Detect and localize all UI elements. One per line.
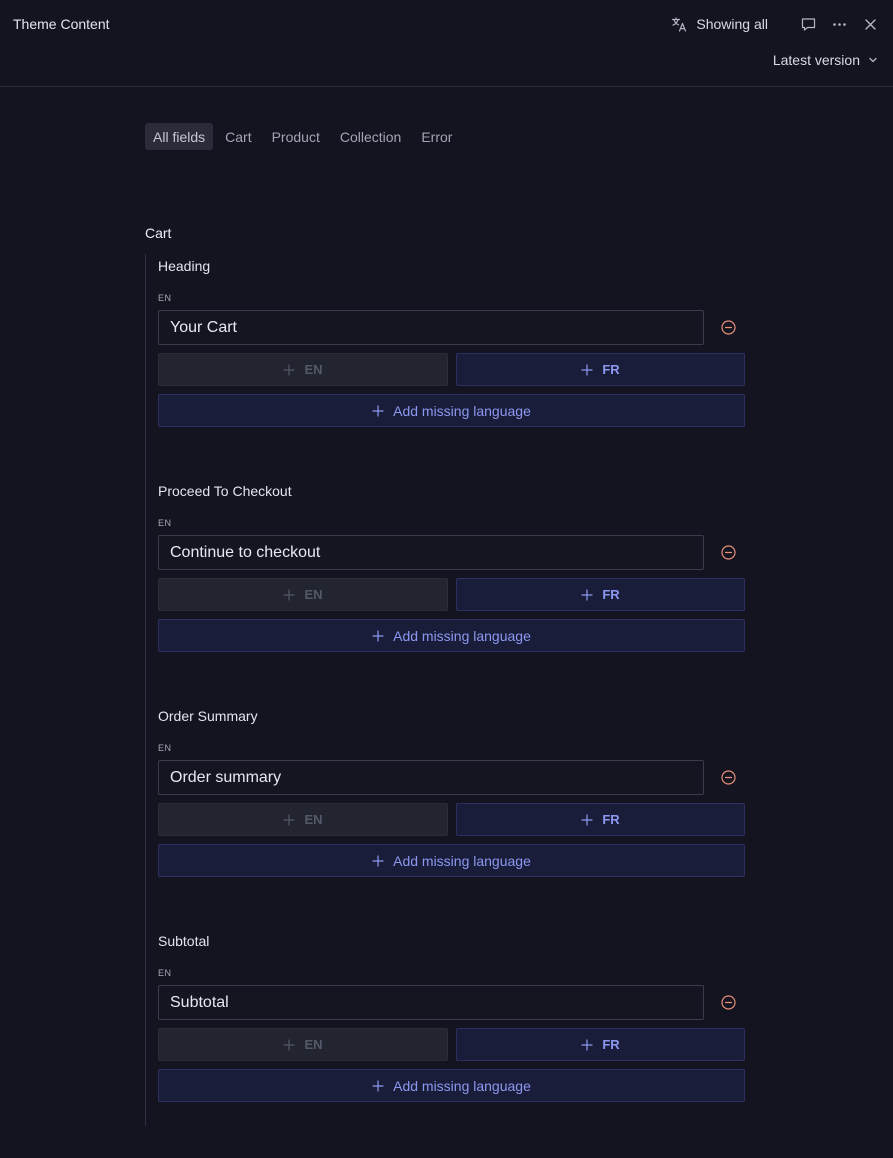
remove-icon[interactable] bbox=[721, 320, 736, 335]
showing-all-button[interactable]: Showing all bbox=[671, 16, 768, 33]
add-en-button: EN bbox=[158, 803, 448, 836]
add-en-button: EN bbox=[158, 1028, 448, 1061]
version-label: Latest version bbox=[772, 52, 860, 68]
chevron-down-icon bbox=[868, 55, 878, 65]
plus-icon bbox=[581, 1038, 593, 1051]
add-missing-language-label: Add missing language bbox=[393, 627, 531, 644]
plus-icon bbox=[581, 813, 593, 826]
language-label: EN bbox=[158, 968, 172, 978]
add-fr-label: FR bbox=[602, 812, 620, 827]
text-input[interactable]: Your Cart bbox=[158, 310, 704, 345]
text-input[interactable]: Continue to checkout bbox=[158, 535, 704, 570]
text-input[interactable]: Subtotal bbox=[158, 985, 704, 1020]
plus-icon bbox=[283, 813, 296, 826]
content-field: Proceed To Checkout EN Continue to check… bbox=[158, 483, 758, 708]
add-fr-button[interactable]: FR bbox=[456, 353, 745, 386]
section-title: Cart bbox=[145, 225, 172, 241]
top-bar: Theme Content Showing all Latest version bbox=[0, 0, 893, 87]
tab-error[interactable]: Error bbox=[413, 123, 460, 150]
language-label: EN bbox=[158, 293, 172, 303]
showing-all-label: Showing all bbox=[696, 16, 768, 32]
add-missing-language-button[interactable]: Add missing language bbox=[158, 619, 745, 652]
plus-icon bbox=[372, 404, 384, 417]
plus-icon bbox=[283, 1038, 296, 1051]
language-label: EN bbox=[158, 743, 172, 753]
add-fr-button[interactable]: FR bbox=[456, 803, 745, 836]
add-en-label: EN bbox=[304, 587, 323, 602]
plus-icon bbox=[581, 363, 593, 376]
comment-icon[interactable] bbox=[800, 16, 817, 33]
translate-icon bbox=[671, 16, 688, 33]
tab-collection[interactable]: Collection bbox=[332, 123, 409, 150]
field-label: Order Summary bbox=[158, 708, 258, 724]
field-label: Subtotal bbox=[158, 933, 210, 949]
panel-title: Theme Content bbox=[13, 16, 110, 32]
add-missing-language-label: Add missing language bbox=[393, 402, 531, 419]
tab-all-fields[interactable]: All fields bbox=[145, 123, 214, 150]
field-list: Heading EN Your Cart EN FR Add missing l… bbox=[158, 258, 758, 1158]
content-field: Order Summary EN Order summary EN FR Add… bbox=[158, 708, 758, 933]
add-en-label: EN bbox=[304, 1037, 323, 1052]
remove-icon[interactable] bbox=[721, 995, 736, 1010]
add-fr-label: FR bbox=[602, 362, 620, 377]
add-fr-button[interactable]: FR bbox=[456, 1028, 745, 1061]
plus-icon bbox=[372, 854, 384, 867]
add-missing-language-label: Add missing language bbox=[393, 1077, 531, 1094]
header-actions: Showing all bbox=[671, 13, 879, 35]
field-label: Proceed To Checkout bbox=[158, 483, 292, 499]
add-en-button: EN bbox=[158, 353, 448, 386]
tab-cart[interactable]: Cart bbox=[217, 123, 259, 150]
plus-icon bbox=[372, 629, 384, 642]
remove-icon[interactable] bbox=[721, 545, 736, 560]
field-label: Heading bbox=[158, 258, 211, 274]
more-icon[interactable] bbox=[831, 16, 848, 33]
content-field: Subtotal EN Subtotal EN FR Add missing l… bbox=[158, 933, 758, 1158]
filter-tabs: All fields Cart Product Collection Error bbox=[145, 123, 460, 150]
text-input[interactable]: Order summary bbox=[158, 760, 704, 795]
add-en-button: EN bbox=[158, 578, 448, 611]
add-en-label: EN bbox=[304, 812, 323, 827]
plus-icon bbox=[283, 588, 296, 601]
add-en-label: EN bbox=[304, 362, 323, 377]
plus-icon bbox=[581, 588, 593, 601]
section-divider bbox=[145, 254, 146, 1126]
add-fr-label: FR bbox=[602, 587, 620, 602]
close-icon[interactable] bbox=[862, 16, 879, 33]
add-missing-language-label: Add missing language bbox=[393, 852, 531, 869]
remove-icon[interactable] bbox=[721, 770, 736, 785]
tab-product[interactable]: Product bbox=[264, 123, 328, 150]
plus-icon bbox=[372, 1079, 384, 1092]
content-field: Heading EN Your Cart EN FR Add missing l… bbox=[158, 258, 758, 483]
add-missing-language-button[interactable]: Add missing language bbox=[158, 844, 745, 877]
plus-icon bbox=[283, 363, 296, 376]
language-label: EN bbox=[158, 518, 172, 528]
version-select[interactable]: Latest version bbox=[773, 52, 878, 68]
add-missing-language-button[interactable]: Add missing language bbox=[158, 394, 745, 427]
add-fr-label: FR bbox=[602, 1037, 620, 1052]
add-missing-language-button[interactable]: Add missing language bbox=[158, 1069, 745, 1102]
add-fr-button[interactable]: FR bbox=[456, 578, 745, 611]
